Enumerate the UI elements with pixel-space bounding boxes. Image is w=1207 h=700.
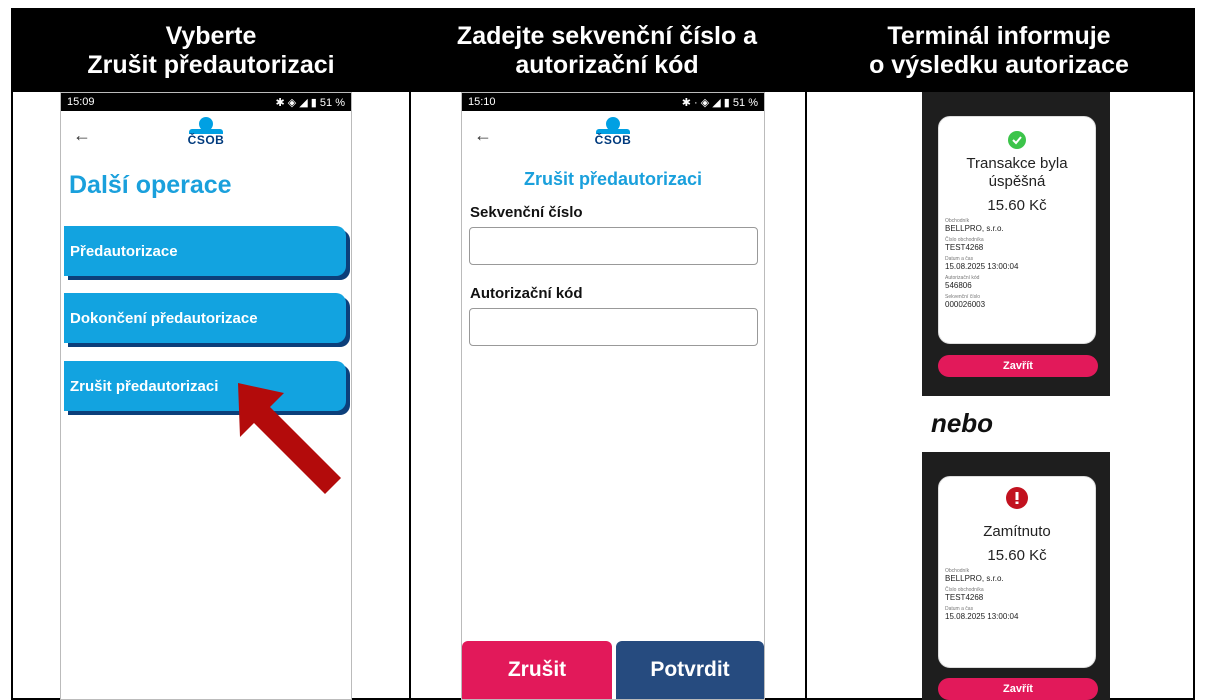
cancel-button[interactable]: Zrušit	[462, 641, 612, 699]
column-header-3-line2: o výsledku autorizace	[869, 51, 1129, 79]
header-row: Vyberte Zrušit předautorizaci Zadejte se…	[13, 10, 1193, 92]
menu-item-preauthorization[interactable]: Předautorizace	[64, 226, 346, 276]
phone-screen-operations: 15:09 ✱ ◈ ◢ ▮ 51 % ← ČSOB Další operace …	[60, 92, 352, 700]
field-value: 546806	[945, 281, 972, 290]
field-value: 15.08.2025 13:00:04	[945, 262, 1019, 271]
sequence-number-label: Sekvenční číslo	[470, 204, 583, 221]
column-header-2: Zadejte sekvenční číslo a autorizační kó…	[409, 10, 805, 92]
menu-item-complete-preauthorization[interactable]: Dokončení předautorizace	[64, 293, 346, 343]
close-button-label: Zavřít	[1003, 360, 1033, 372]
status-icons: ✱ ◈ ◢ ▮ 51 %	[275, 96, 346, 109]
sequence-number-field[interactable]	[469, 227, 758, 265]
field-value: TEST4268	[945, 593, 984, 602]
column-header-1-line2: Zrušit předautorizaci	[87, 51, 335, 79]
column-header-1-line1: Vyberte	[165, 22, 257, 50]
pointer-arrow-icon	[226, 383, 346, 508]
receipt-field: Číslo obchodníka TEST4268	[939, 237, 1095, 252]
field-value: BELLPRO, s.r.o.	[945, 224, 1004, 233]
terminal-declined-screen: Zamítnuto 15.60 Kč Obchodník BELLPRO, s.r…	[922, 452, 1110, 700]
receipt-field: Datum a čas 15.08.2025 13:00:04	[939, 606, 1095, 621]
receipt-field: Autorizační kód 546806	[939, 275, 1095, 290]
receipt-field: Obchodník BELLPRO, s.r.o.	[939, 218, 1095, 233]
field-value: 15.08.2025 13:00:04	[945, 612, 1019, 621]
receipt-field: Číslo obchodníka TEST4268	[939, 587, 1095, 602]
page-title: Další operace	[69, 171, 232, 199]
back-arrow-icon[interactable]: ←	[474, 125, 492, 146]
logo-text: ČSOB	[187, 133, 225, 147]
status-time: 15:09	[67, 96, 95, 108]
receipt-field: Obchodník BELLPRO, s.r.o.	[939, 568, 1095, 583]
column-divider	[409, 10, 411, 700]
field-value: TEST4268	[945, 243, 984, 252]
terminal-success-screen: Transakce byla úspěšná 15.60 Kč Obchodní…	[922, 92, 1110, 396]
result-message-line2: úspěšná	[988, 173, 1046, 190]
status-bar: 15:10 ✱ · ◈ ◢ ▮ 51 %	[462, 93, 764, 111]
column-header-2-line2: autorizační kód	[515, 51, 699, 79]
amount: 15.60 Kč	[987, 547, 1047, 564]
status-icons: ✱ · ◈ ◢ ▮ 51 %	[681, 96, 758, 109]
page-title: Zrušit předautorizaci	[523, 169, 703, 189]
result-message-line1: Transakce byla	[966, 155, 1068, 172]
menu-item-label: Zrušit předautorizaci	[70, 377, 219, 395]
status-bar: 15:09 ✱ ◈ ◢ ▮ 51 %	[61, 93, 351, 111]
confirm-button-label: Potvrdit	[650, 658, 730, 681]
or-separator: nebo	[930, 408, 994, 438]
result-message: Transakce byla úspěšná	[939, 155, 1095, 191]
back-arrow-icon[interactable]: ←	[73, 125, 91, 146]
amount: 15.60 Kč	[987, 197, 1047, 214]
authorization-code-label: Autorizační kód	[470, 285, 583, 302]
error-exclamation-icon	[1006, 487, 1028, 509]
csob-logo: ČSOB	[186, 117, 226, 147]
column-header-2-line1: Zadejte sekvenční číslo a	[456, 22, 758, 50]
app-bar: ← ČSOB	[61, 111, 351, 159]
app-bar: ← ČSOB	[462, 111, 764, 159]
close-button[interactable]: Zavřít	[938, 678, 1098, 700]
confirm-button[interactable]: Potvrdit	[616, 641, 764, 699]
column-header-3: Terminál informuje o výsledku autorizace	[805, 10, 1193, 92]
column-header-3-line1: Terminál informuje	[887, 22, 1111, 50]
menu-item-label: Dokončení předautorizace	[70, 309, 258, 327]
success-check-icon	[1008, 131, 1026, 149]
receipt-field: Datum a čas 15.08.2025 13:00:04	[939, 256, 1095, 271]
logo-text: ČSOB	[594, 133, 632, 147]
csob-logo: ČSOB	[593, 117, 633, 147]
result-message: Zamítnuto	[983, 523, 1051, 540]
action-buttons: Zrušit Potvrdit	[462, 641, 764, 699]
field-value: 000026003	[945, 300, 986, 309]
status-time: 15:10	[468, 96, 496, 108]
close-button-label: Zavřít	[1003, 683, 1033, 695]
menu-item-label: Předautorizace	[70, 242, 178, 260]
cancel-button-label: Zrušit	[507, 658, 567, 681]
field-value: BELLPRO, s.r.o.	[945, 574, 1004, 583]
receipt-card: Zamítnuto 15.60 Kč Obchodník BELLPRO, s.r…	[938, 476, 1096, 668]
column-divider	[805, 10, 807, 700]
receipt-field: Sekvenční číslo 000026003	[939, 294, 1095, 309]
receipt-card: Transakce byla úspěšná 15.60 Kč Obchodní…	[938, 116, 1096, 344]
column-header-1: Vyberte Zrušit předautorizaci	[13, 10, 409, 92]
authorization-code-field[interactable]	[469, 308, 758, 346]
close-button[interactable]: Zavřít	[938, 355, 1098, 377]
phone-screen-cancel-form: 15:10 ✱ · ◈ ◢ ▮ 51 % ← ČSOB Zrušit předa…	[461, 92, 765, 700]
